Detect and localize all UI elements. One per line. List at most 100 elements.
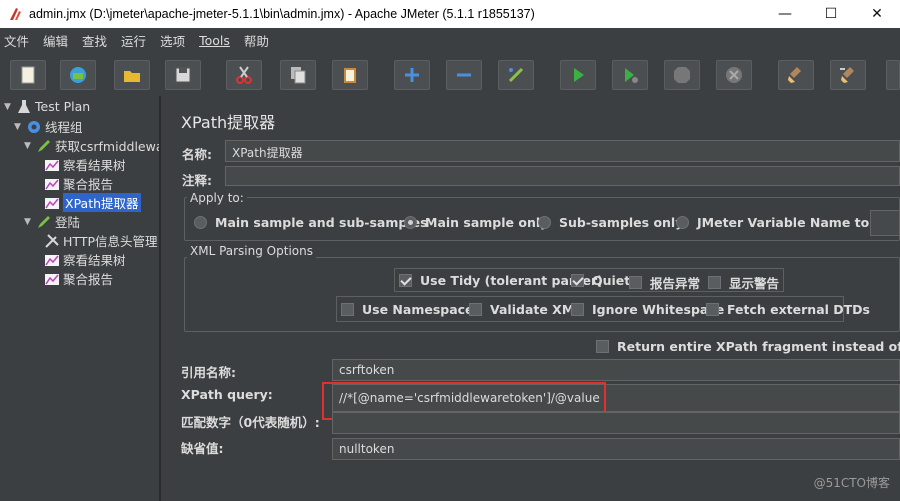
xpath-query-label: XPath query: — [181, 387, 273, 402]
radio-indicator — [538, 216, 551, 229]
chart-icon — [45, 254, 59, 266]
clear-button[interactable] — [778, 60, 814, 90]
checkbox-indicator — [596, 340, 609, 353]
radio-jmeter-variable[interactable]: JMeter Variable Name to use — [676, 215, 898, 230]
shutdown-button[interactable] — [716, 60, 752, 90]
reference-name-label: 引用名称: — [181, 365, 236, 380]
menu-options[interactable]: 选项 — [160, 31, 185, 50]
radio-main-only[interactable]: Main sample only — [404, 215, 548, 230]
name-field[interactable]: XPath提取器 — [225, 140, 900, 162]
menu-search[interactable]: 查找 — [82, 31, 107, 50]
open-icon — [124, 71, 140, 82]
tree-twisty[interactable]: ▼ — [14, 122, 24, 132]
name-label: 名称: — [182, 147, 212, 162]
menu-help[interactable]: 帮助 — [244, 31, 269, 50]
collapse-button[interactable] — [446, 60, 482, 90]
copy-icon — [291, 67, 306, 84]
pencil-icon — [38, 139, 50, 152]
tree-node-get-csrf[interactable]: ▼ 获取csrfmiddlewar — [24, 136, 159, 155]
checkbox-indicator — [469, 303, 482, 316]
radio-main-and-sub[interactable]: Main sample and sub-samples — [194, 215, 428, 230]
menu-file[interactable]: 文件 — [4, 31, 29, 50]
menu-bar: 文件 编辑 查找 运行 选项 Tools 帮助 — [0, 28, 900, 52]
use-namespaces-checkbox[interactable]: Use Namespaces — [341, 302, 481, 317]
ignore-whitespace-checkbox[interactable]: Ignore Whitespace — [571, 302, 724, 317]
default-value-label: 缺省值: — [181, 441, 224, 456]
tree-node-xpath-extractor[interactable]: XPath提取器 — [44, 193, 141, 212]
stop-button[interactable] — [664, 60, 700, 90]
new-button[interactable] — [10, 60, 46, 90]
checkbox-indicator — [708, 276, 721, 289]
paste-button[interactable] — [332, 60, 368, 90]
templates-button[interactable] — [60, 60, 96, 90]
radio-indicator — [676, 216, 689, 229]
return-fragment-checkbox[interactable]: Return entire XPath fragment instead of … — [596, 339, 900, 354]
radio-sub-only[interactable]: Sub-samples only — [538, 215, 683, 230]
menu-run[interactable]: 运行 — [121, 31, 146, 50]
tree-twisty[interactable]: ▼ — [4, 102, 14, 112]
toolbar — [0, 52, 900, 96]
gear-icon — [28, 120, 40, 133]
templates-icon — [70, 67, 86, 83]
tree-node-aggregate-1[interactable]: 聚合报告 — [44, 174, 113, 193]
tree-node-aggregate-2[interactable]: 聚合报告 — [44, 269, 113, 288]
new-icon — [21, 66, 35, 84]
start-no-pause-icon — [625, 68, 638, 83]
close-button[interactable]: ✕ — [854, 0, 900, 28]
tree-node-thread-group[interactable]: ▼ 线程组 — [14, 117, 83, 136]
validate-xml-checkbox[interactable]: Validate XML — [469, 302, 582, 317]
stop-icon — [674, 67, 690, 83]
flask-icon — [18, 99, 30, 113]
xpath-extractor-panel: XPath提取器 名称: XPath提取器 注释: Apply to: Main… — [170, 96, 900, 501]
cut-button[interactable] — [226, 60, 262, 90]
tree-twisty[interactable]: ▼ — [24, 141, 34, 151]
comment-field[interactable] — [225, 166, 900, 186]
pencil-icon — [38, 215, 50, 228]
chart-icon — [45, 178, 59, 190]
match-number-field[interactable] — [332, 412, 900, 434]
tree-node-view-results-1[interactable]: 察看结果树 — [44, 155, 126, 174]
clear-icon — [788, 67, 801, 83]
checkbox-indicator — [341, 303, 354, 316]
minimize-button[interactable]: — — [762, 0, 808, 28]
toolbar-more-button[interactable] — [886, 60, 900, 90]
copy-button[interactable] — [280, 60, 316, 90]
save-button[interactable] — [165, 60, 201, 90]
split-pane-divider[interactable] — [160, 96, 170, 501]
radio-indicator — [404, 216, 417, 229]
window-title: admin.jmx (D:\jmeter\apache-jmeter-5.1.1… — [29, 7, 535, 21]
clear-all-icon — [840, 67, 854, 83]
comment-label: 注释: — [182, 173, 212, 188]
jmeter-variable-field[interactable] — [870, 210, 900, 236]
fetch-dtds-checkbox[interactable]: Fetch external DTDs — [706, 302, 870, 317]
report-errors-checkbox[interactable]: 报告异常 — [629, 273, 700, 292]
checkbox-indicator — [571, 274, 584, 287]
start-no-pause-button[interactable] — [612, 60, 648, 90]
paste-icon — [344, 68, 356, 83]
chart-icon — [45, 273, 59, 285]
menu-edit[interactable]: 编辑 — [43, 31, 68, 50]
tree-node-test-plan[interactable]: ▼ Test Plan — [4, 97, 90, 116]
expand-button[interactable] — [394, 60, 430, 90]
checkbox-indicator — [706, 303, 719, 316]
tree-node-header-manager[interactable]: HTTP信息头管理 — [44, 231, 158, 250]
checkbox-indicator — [571, 303, 584, 316]
default-value-field[interactable]: nulltoken — [332, 438, 900, 460]
tree-node-login[interactable]: ▼ 登陆 — [24, 212, 80, 231]
menu-tools[interactable]: Tools — [199, 33, 230, 48]
reference-name-field[interactable]: csrftoken — [332, 359, 900, 381]
toggle-icon — [508, 67, 524, 83]
chart-icon — [45, 159, 59, 171]
start-button[interactable] — [560, 60, 596, 90]
maximize-button[interactable]: ☐ — [808, 0, 854, 28]
clear-all-button[interactable] — [830, 60, 866, 90]
tree-twisty[interactable]: ▼ — [24, 217, 34, 227]
toggle-button[interactable] — [498, 60, 534, 90]
test-plan-tree: ▼ Test Plan ▼ 线程组 ▼ 获取csrfmiddlewar 察看结果… — [0, 96, 160, 501]
tree-node-view-results-2[interactable]: 察看结果树 — [44, 250, 126, 269]
show-warnings-checkbox[interactable]: 显示警告 — [708, 273, 779, 292]
cut-icon — [236, 66, 252, 84]
wrench-icon — [45, 233, 59, 248]
open-button[interactable] — [114, 60, 150, 90]
quiet-checkbox[interactable]: Quiet — [571, 273, 630, 288]
